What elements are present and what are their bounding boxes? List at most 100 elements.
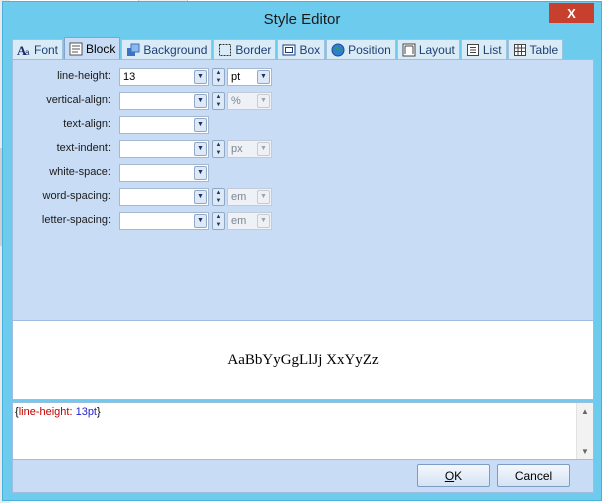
tab-background-label: Background (143, 42, 208, 57)
text-align-row: text-align: ▼ (13, 116, 313, 134)
chevron-down-icon[interactable]: ▼ (194, 94, 207, 108)
spin-up-icon[interactable]: ▲ (213, 141, 224, 149)
chevron-down-icon: ▼ (257, 94, 270, 108)
tab-position-label: Position (348, 42, 391, 57)
spin-down-icon[interactable]: ▼ (213, 221, 224, 229)
letter-spacing-combo[interactable]: ▼ (119, 212, 209, 230)
tab-strip: Aa Font Block Background Border Box Posi… (12, 37, 594, 59)
chevron-down-icon: ▼ (257, 142, 270, 156)
ok-mnemonic: O (444, 468, 455, 483)
vertical-scrollbar[interactable]: ▲ ▼ (576, 403, 593, 459)
white-space-row: white-space: ▼ (13, 164, 313, 182)
white-space-label: white-space: (49, 166, 111, 178)
line-height-combo[interactable]: 13 ▼ (119, 68, 209, 86)
letter-spacing-row: letter-spacing: ▼ ▲ ▼ em ▼ (13, 212, 313, 230)
style-preview: AaBbYyGgLlJj XxYyZz (12, 320, 594, 400)
position-icon (331, 43, 345, 57)
ok-button[interactable]: OK (417, 464, 490, 487)
text-align-label: text-align: (63, 118, 111, 130)
line-height-spinner[interactable]: ▲ ▼ (212, 68, 225, 86)
text-align-combo[interactable]: ▼ (119, 116, 209, 134)
close-button[interactable]: X (549, 3, 594, 23)
letter-spacing-unit: em (231, 215, 247, 227)
text-indent-combo[interactable]: ▼ (119, 140, 209, 158)
tab-layout-label: Layout (418, 42, 455, 57)
block-properties-panel: line-height: 13 ▼ ▲ ▼ pt ▼ vertical-align… (12, 59, 594, 321)
tab-background[interactable]: Background (121, 39, 213, 59)
text-indent-label: text-indent: (56, 142, 111, 154)
line-height-unit-select[interactable]: pt ▼ (227, 68, 272, 86)
white-space-combo[interactable]: ▼ (119, 164, 209, 182)
vertical-align-unit-select: % ▼ (227, 92, 272, 110)
chevron-down-icon[interactable]: ▼ (194, 142, 207, 156)
tab-box-label: Box (299, 42, 321, 57)
border-icon (218, 43, 232, 57)
chevron-down-icon: ▼ (257, 214, 270, 228)
ok-label-rest: K (454, 468, 463, 483)
block-icon (69, 42, 83, 56)
tab-table-label: Table (529, 42, 559, 57)
list-icon (466, 43, 480, 57)
scroll-up-icon[interactable]: ▲ (577, 403, 593, 419)
tab-list-label: List (482, 42, 502, 57)
spin-down-icon[interactable]: ▼ (213, 77, 224, 85)
tab-layout[interactable]: Layout (396, 39, 460, 59)
vertical-align-combo[interactable]: ▼ (119, 92, 209, 110)
tab-position[interactable]: Position (326, 39, 396, 59)
window-title: Style Editor (263, 10, 341, 28)
background-icon (126, 43, 140, 57)
vertical-align-row: vertical-align: ▼ ▲ ▼ % ▼ (13, 92, 313, 110)
style-editor-dialog: Style Editor X Aa Font Block Background (2, 1, 602, 501)
chevron-down-icon[interactable]: ▼ (194, 118, 207, 132)
word-spacing-spinner[interactable]: ▲ ▼ (212, 188, 225, 206)
spin-down-icon[interactable]: ▼ (213, 197, 224, 205)
css-value: 13pt (75, 406, 97, 418)
tab-font[interactable]: Aa Font (12, 39, 64, 59)
chevron-down-icon[interactable]: ▼ (194, 190, 207, 204)
tab-box[interactable]: Box (277, 39, 326, 59)
text-indent-row: text-indent: ▼ ▲ ▼ px ▼ (13, 140, 313, 158)
spin-up-icon[interactable]: ▲ (213, 189, 224, 197)
tab-block[interactable]: Block (64, 37, 121, 59)
line-height-value: 13 (123, 71, 136, 83)
dialog-button-bar: OK Cancel (12, 460, 594, 493)
tab-table[interactable]: Table (507, 39, 564, 59)
chevron-down-icon: ▼ (257, 190, 270, 204)
chevron-down-icon[interactable]: ▼ (257, 70, 270, 84)
line-height-label: line-height: (57, 70, 111, 82)
chevron-down-icon[interactable]: ▼ (194, 70, 207, 84)
chevron-down-icon[interactable]: ▼ (194, 214, 207, 228)
close-icon: X (567, 5, 576, 21)
word-spacing-combo[interactable]: ▼ (119, 188, 209, 206)
titlebar: Style Editor X (3, 2, 601, 36)
text-indent-unit-select: px ▼ (227, 140, 272, 158)
scroll-down-icon[interactable]: ▼ (577, 443, 593, 459)
spin-up-icon[interactable]: ▲ (213, 93, 224, 101)
letter-spacing-spinner[interactable]: ▲ ▼ (212, 212, 225, 230)
tab-list[interactable]: List (460, 39, 507, 59)
word-spacing-label: word-spacing: (42, 190, 111, 202)
css-property: line-height (18, 406, 70, 418)
table-icon (513, 43, 527, 57)
vertical-align-unit: % (231, 95, 241, 107)
spin-up-icon[interactable]: ▲ (213, 69, 224, 77)
vertical-align-label: vertical-align: (46, 94, 111, 106)
vertical-align-spinner[interactable]: ▲ ▼ (212, 92, 225, 110)
spin-up-icon[interactable]: ▲ (213, 213, 224, 221)
layout-icon (402, 43, 416, 57)
line-height-row: line-height: 13 ▼ ▲ ▼ pt ▼ (13, 68, 313, 86)
css-output-textarea[interactable]: {line-height: 13pt} ▲ ▼ (12, 402, 594, 460)
chevron-down-icon[interactable]: ▼ (194, 166, 207, 180)
tab-border-label: Border (235, 42, 272, 57)
word-spacing-row: word-spacing: ▼ ▲ ▼ em ▼ (13, 188, 313, 206)
text-indent-spinner[interactable]: ▲ ▼ (212, 140, 225, 158)
css-close-brace: } (97, 406, 101, 418)
cancel-button[interactable]: Cancel (497, 464, 570, 487)
font-icon: Aa (17, 43, 31, 57)
word-spacing-unit: em (231, 191, 247, 203)
cancel-label: Cancel (514, 468, 553, 483)
spin-down-icon[interactable]: ▼ (213, 101, 224, 109)
text-indent-unit: px (231, 143, 243, 155)
spin-down-icon[interactable]: ▼ (213, 149, 224, 157)
tab-border[interactable]: Border (213, 39, 277, 59)
